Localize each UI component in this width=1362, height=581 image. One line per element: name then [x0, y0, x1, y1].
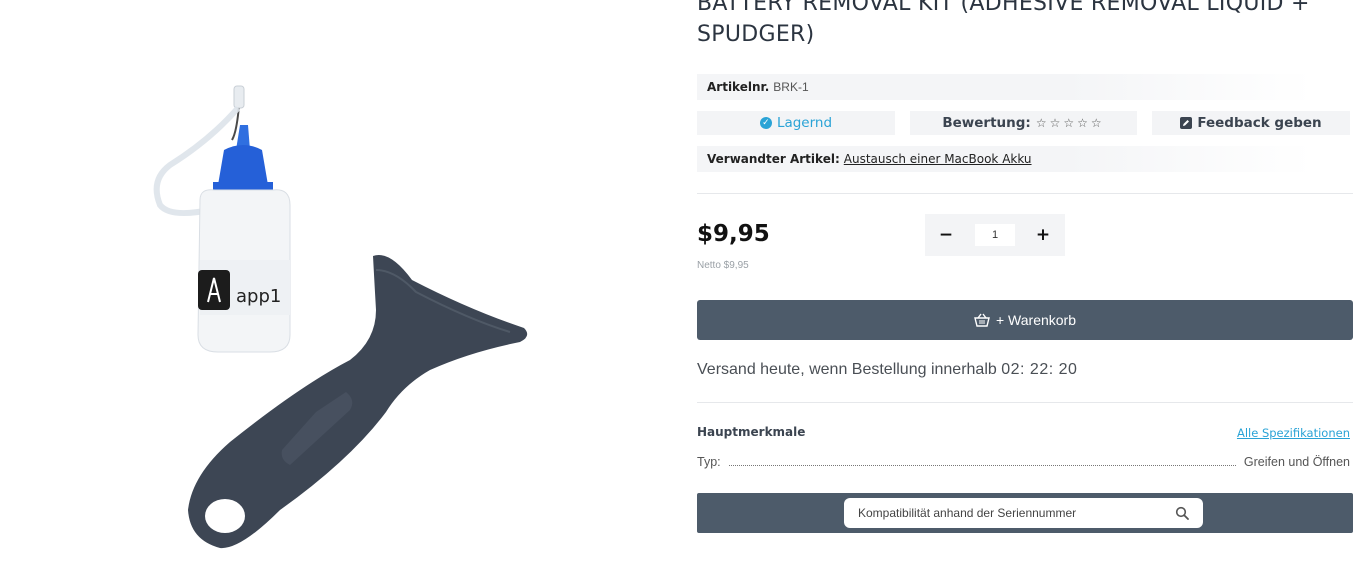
related-article-link[interactable]: Austausch einer MacBook Akku	[844, 152, 1032, 166]
basket-icon	[974, 313, 990, 327]
quantity-increase-button[interactable]: +	[1030, 222, 1056, 248]
rating-label: Bewertung:	[942, 115, 1031, 131]
quantity-stepper: − +	[925, 214, 1065, 256]
rating-box[interactable]: Bewertung: ☆☆☆☆☆	[910, 111, 1137, 135]
quantity-input[interactable]	[975, 224, 1015, 246]
shipping-countdown: 02: 22: 20	[1001, 361, 1078, 378]
edit-icon	[1180, 117, 1193, 129]
add-to-cart-button[interactable]: + Warenkorb	[697, 300, 1353, 340]
serial-number-search-input[interactable]	[858, 505, 1158, 521]
features-title: Hauptmerkmale	[697, 425, 806, 439]
spec-row: Typ: Greifen und Öffnen	[697, 455, 1350, 469]
netto-price: Netto $9,95	[697, 260, 749, 271]
spec-leader-dots	[728, 465, 1236, 466]
bottle-label-text: app1	[236, 286, 281, 307]
related-label: Verwandter Artikel:	[707, 152, 840, 166]
feedback-button[interactable]: Feedback geben	[1152, 111, 1350, 135]
compatibility-bar	[697, 493, 1353, 533]
price: $9,95	[697, 221, 770, 247]
all-specifications-link[interactable]: Alle Spezifikationen	[1237, 426, 1350, 440]
product-image: app1	[140, 70, 550, 570]
divider	[697, 193, 1353, 194]
sku-value: BRK-1	[773, 80, 809, 94]
feedback-label: Feedback geben	[1197, 115, 1322, 131]
search-icon[interactable]	[1175, 506, 1189, 520]
spec-value: Greifen und Öffnen	[1243, 455, 1350, 469]
rating-stars[interactable]: ☆☆☆☆☆	[1036, 116, 1105, 130]
sku-label: Artikelnr.	[707, 80, 770, 94]
stock-label: Lagernd	[776, 115, 833, 131]
product-title: BATTERY REMOVAL KIT (ADHESIVE REMOVAL LI…	[697, 0, 1310, 47]
related-article-row: Verwandter Artikel: Austausch einer MacB…	[697, 146, 1313, 172]
stock-status-badge: ✓ Lagernd	[697, 111, 895, 135]
shipping-text: Versand heute, wenn Bestellung innerhalb	[697, 361, 997, 378]
sku-row: Artikelnr. BRK-1	[697, 74, 1313, 100]
spec-label: Typ:	[697, 455, 721, 469]
shipping-info: Versand heute, wenn Bestellung innerhalb…	[697, 361, 1077, 379]
quantity-decrease-button[interactable]: −	[933, 222, 959, 248]
compatibility-search	[844, 498, 1203, 528]
divider	[697, 402, 1353, 403]
cart-label: + Warenkorb	[995, 312, 1076, 328]
check-circle-icon: ✓	[759, 117, 772, 129]
product-photo: app1	[153, 85, 528, 549]
